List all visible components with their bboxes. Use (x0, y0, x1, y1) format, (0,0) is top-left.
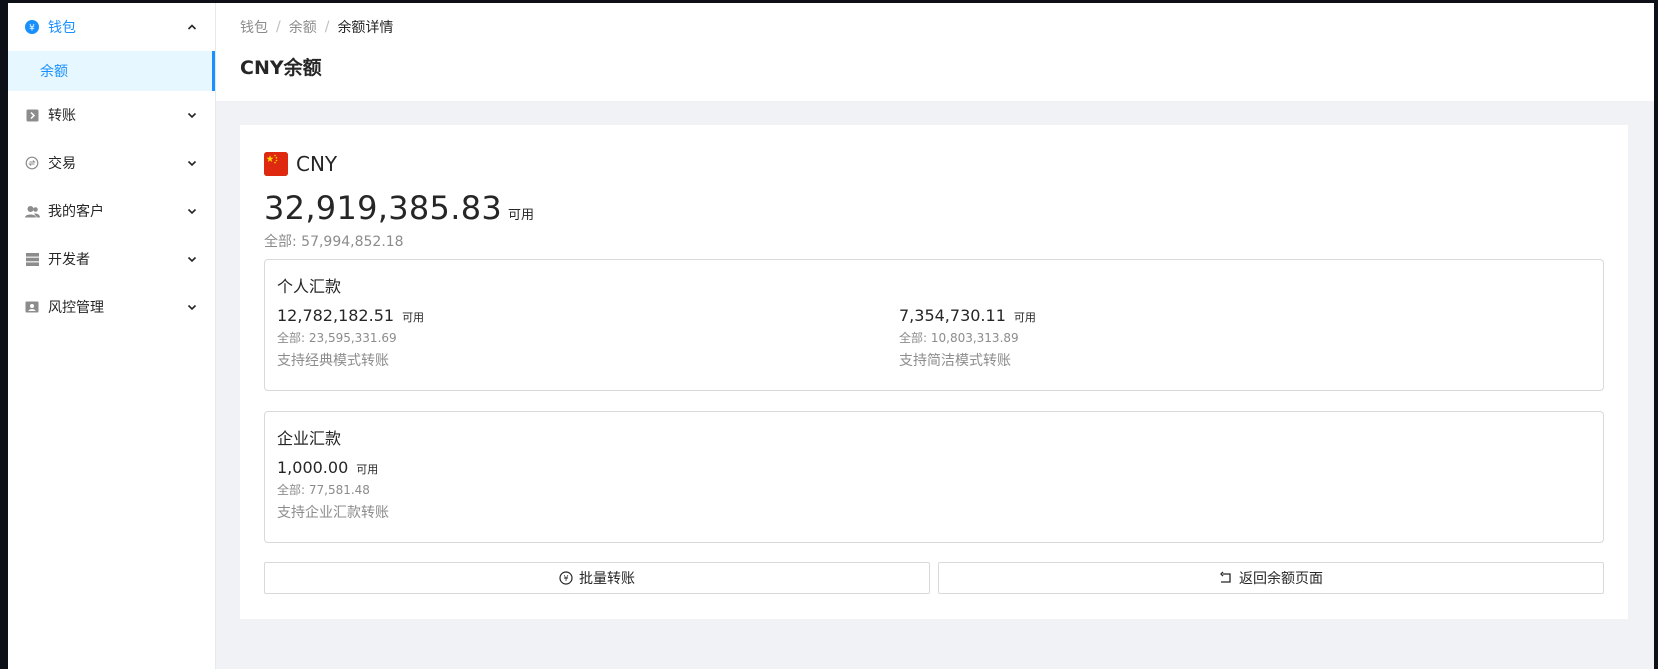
note: 支持简洁模式转账 (899, 353, 1011, 369)
chevron-down-icon (185, 204, 199, 218)
svg-text:¥: ¥ (563, 574, 568, 583)
available-label: 可用 (508, 208, 535, 223)
batch-transfer-button[interactable]: ¥ 批量转账 (264, 562, 930, 594)
sidebar-subitem-balance[interactable]: 余额 (8, 51, 215, 91)
sidebar-item-label: 交易 (48, 156, 76, 172)
breadcrumb-wallet[interactable]: 钱包 (240, 17, 268, 37)
simple-mode-balance: 7,354,730.11 可用 全部: 10,803,313.89 支持简洁模式… (899, 306, 1521, 370)
section-title: 个人汇款 (277, 277, 342, 296)
server-icon (24, 251, 40, 267)
back-to-balance-button[interactable]: 返回余额页面 (938, 562, 1604, 594)
sidebar-item-label: 钱包 (48, 20, 76, 36)
amount: 1,000.00 (277, 458, 349, 477)
china-flag-icon (264, 152, 288, 176)
page-title: CNY余额 (240, 57, 322, 79)
sidebar-item-label: 风控管理 (48, 300, 104, 316)
exchange-icon (24, 155, 40, 171)
available-amount: 32,919,385.83 (264, 189, 503, 227)
enterprise-balance: 1,000.00 可用 全部: 77,581.48 支持企业汇款转账 (277, 458, 899, 522)
available-label: 可用 (1013, 311, 1036, 324)
available-balance: 32,919,385.83 可用 (264, 189, 1604, 227)
svg-text:¥: ¥ (29, 24, 35, 34)
page-header: 钱包 / 余额 / 余额详情 CNY余额 (216, 3, 1654, 101)
yuan-circle-icon: ¥ (24, 19, 40, 35)
chevron-down-icon (185, 156, 199, 170)
balance-card: CNY 32,919,385.83 可用 全部: 57,994,852.18 个… (240, 125, 1628, 619)
sidebar-item-risk[interactable]: 风控管理 (8, 283, 215, 331)
sidebar-item-label: 转账 (48, 108, 76, 124)
yuan-circle-outline-icon: ¥ (559, 571, 573, 585)
chevron-up-icon (185, 20, 199, 34)
total-balance: 全部: 57,994,852.18 (264, 234, 404, 250)
total: 全部: 77,581.48 (277, 483, 370, 497)
currency-row: CNY (264, 149, 1604, 179)
enterprise-remittance-section: 企业汇款 1,000.00 可用 全部: 77,581.48 支持企业汇款转账 (264, 411, 1604, 543)
breadcrumb-separator: / (324, 19, 330, 35)
chevron-down-icon (185, 300, 199, 314)
sidebar-item-label: 我的客户 (48, 204, 104, 220)
section-title: 企业汇款 (277, 429, 342, 448)
breadcrumb: 钱包 / 余额 / 余额详情 (240, 17, 1630, 37)
breadcrumb-balance[interactable]: 余额 (289, 17, 317, 37)
personal-remittance-section: 个人汇款 12,782,182.51 可用 全部: 23,595,331.69 … (264, 259, 1604, 391)
app-window: ¥ 钱包 余额 转账 交易 我的客户 开发者 风控管理 钱包 / 余额 / 余额… (8, 3, 1654, 669)
sidebar-item-label: 开发者 (48, 252, 90, 268)
sidebar-item-wallet[interactable]: ¥ 钱包 (8, 3, 215, 51)
chevron-down-icon (185, 252, 199, 266)
sidebar-item-trade[interactable]: 交易 (8, 139, 215, 187)
sidebar: ¥ 钱包 余额 转账 交易 我的客户 开发者 风控管理 (8, 3, 216, 669)
total: 全部: 10,803,313.89 (899, 331, 1019, 345)
breadcrumb-current: 余额详情 (337, 20, 394, 36)
chevron-down-icon (185, 108, 199, 122)
note: 支持经典模式转账 (277, 353, 389, 369)
rollback-icon (1219, 571, 1233, 585)
id-card-icon (24, 299, 40, 315)
available-label: 可用 (356, 463, 379, 476)
sidebar-item-developer[interactable]: 开发者 (8, 235, 215, 283)
note: 支持企业汇款转账 (277, 505, 389, 521)
sidebar-subitem-label: 余额 (40, 64, 68, 80)
transfer-icon (24, 107, 40, 123)
available-label: 可用 (402, 311, 425, 324)
action-buttons: ¥ 批量转账 返回余额页面 (264, 562, 1604, 594)
amount: 12,782,182.51 (277, 306, 395, 325)
amount: 7,354,730.11 (899, 306, 1006, 325)
users-icon (24, 203, 40, 219)
total: 全部: 23,595,331.69 (277, 331, 397, 345)
sidebar-item-transfer[interactable]: 转账 (8, 91, 215, 139)
breadcrumb-separator: / (276, 19, 281, 35)
currency-code: CNY (296, 152, 338, 176)
button-label: 返回余额页面 (1239, 570, 1323, 586)
sidebar-item-customers[interactable]: 我的客户 (8, 187, 215, 235)
classic-mode-balance: 12,782,182.51 可用 全部: 23,595,331.69 支持经典模… (277, 306, 899, 370)
button-label: 批量转账 (579, 570, 635, 586)
